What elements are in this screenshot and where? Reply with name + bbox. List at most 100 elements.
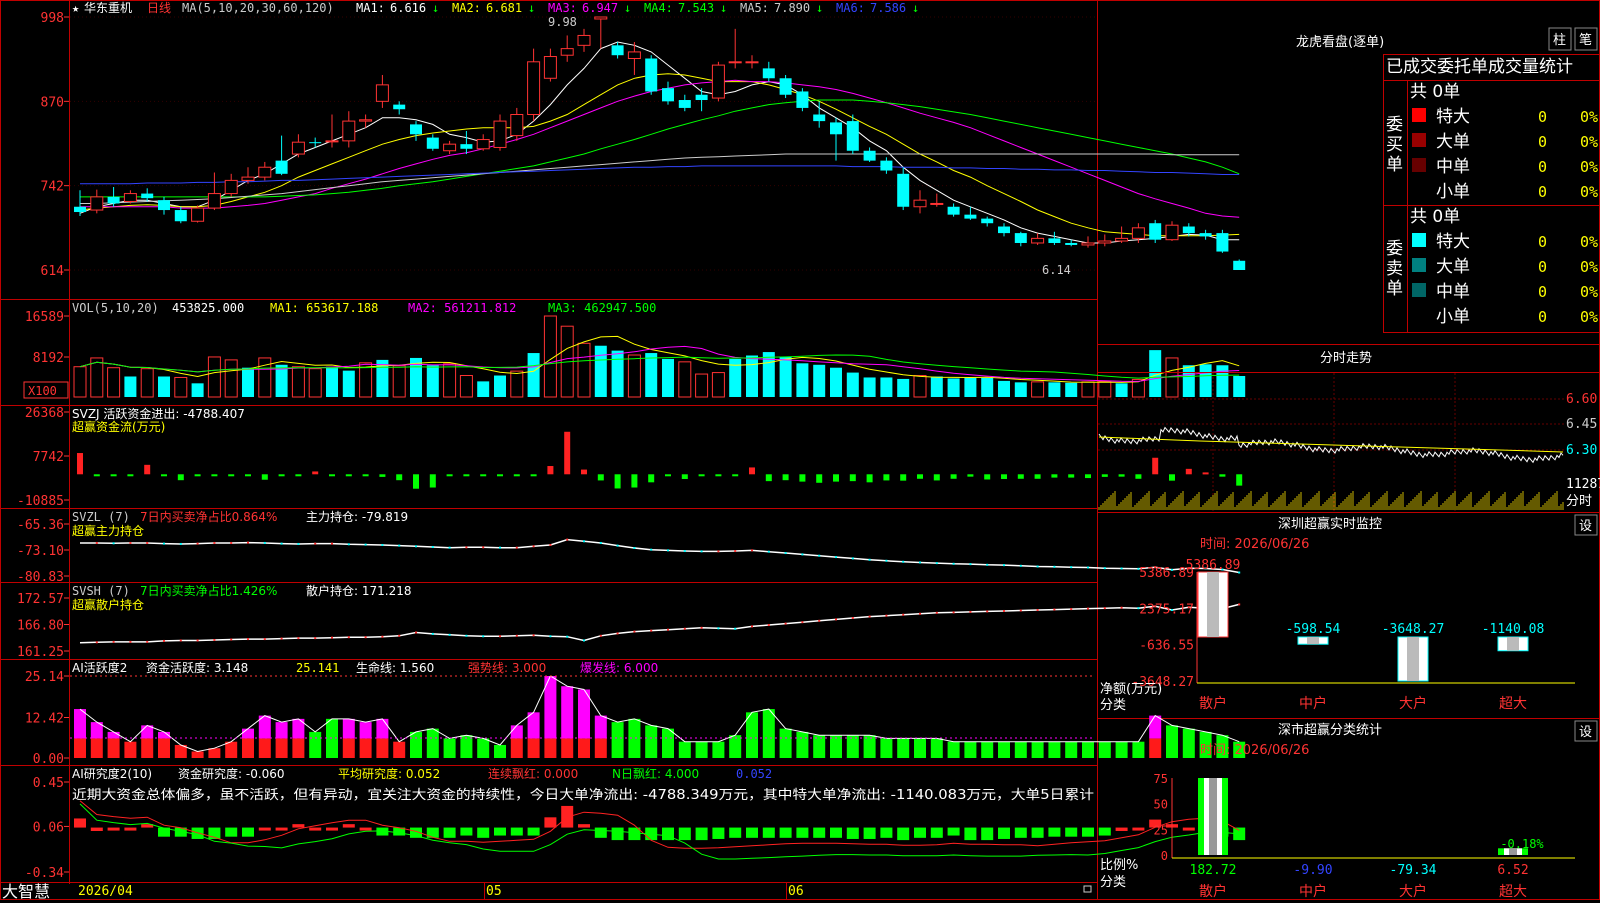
vol-bar [913, 375, 927, 398]
vol-bar [645, 353, 658, 397]
svzl-point [633, 547, 636, 549]
ai1-bar [830, 735, 842, 758]
svzl-point [331, 542, 333, 545]
right-panel: 龙虎看盘(逐单) 柱 笔 已成交委托单成交量统计 委买单 委卖单 共 0单 共 … [1097, 27, 1600, 900]
ma-header-label-3: MA3: [548, 1, 577, 15]
candle-body [207, 193, 221, 209]
ai1-bar [410, 731, 422, 758]
ma-lines [79, 41, 1240, 244]
price-panel: 998 870 742 614 9.98 6.14 [41, 11, 1246, 279]
vol-bar [695, 373, 709, 398]
vol-bar [140, 368, 154, 398]
svsh-point [868, 615, 871, 618]
subtitle: 已成交委托单成交量统计 [1386, 57, 1573, 77]
period-label[interactable]: 日线 [147, 1, 171, 15]
svzl-point [700, 550, 703, 553]
svzj-tick-1: 26368 [25, 406, 64, 421]
ai2-bar [1115, 827, 1128, 831]
ai2-red: 连续飘红: 0.000 [488, 766, 578, 781]
candle-body [711, 64, 725, 99]
svzl-point [499, 546, 501, 549]
ai1-bar [947, 741, 960, 758]
candles [74, 16, 1246, 270]
sell-rows: 特大 0 0% 大单 0 0% 中单 0 0% 小单 0 0% [1412, 232, 1598, 327]
ai1-bar [746, 712, 758, 758]
ai1-bar [846, 735, 859, 758]
vol-bars [73, 315, 1246, 398]
ai2-bar [746, 827, 758, 838]
candle-body [1149, 223, 1162, 240]
svg-text:委卖单: 委卖单 [1386, 239, 1403, 299]
ai2-bar [729, 827, 742, 838]
ai2-bar [662, 827, 674, 841]
vol-tick-2: 8192 [33, 351, 64, 366]
svzl-point [263, 541, 266, 544]
svzj-bar [413, 474, 419, 489]
ai1-bar-base [292, 738, 305, 758]
svzj-bar [429, 474, 436, 488]
ai1-tick-3: 0.00 [33, 752, 64, 767]
candle-body [930, 202, 944, 205]
ai2-bar [947, 827, 960, 836]
vol-bar [291, 366, 305, 398]
candle-body [493, 120, 507, 148]
class-bar-label: 6.52 [1497, 863, 1528, 878]
vol-bar [426, 365, 439, 397]
candle-body [275, 160, 288, 174]
intraday-title: 分时走势 [1320, 350, 1372, 366]
chart-canvas: 998 870 742 614 9.98 6.14 ★ 华东重机 日线 MA(5,10… [0, 0, 1600, 901]
vol-bar [510, 370, 524, 398]
ai2-bar [107, 827, 120, 831]
ai1-bar [1182, 728, 1195, 758]
svsh-point [1120, 606, 1123, 609]
svsh-point [700, 626, 703, 629]
ai1-bar-base [275, 738, 288, 758]
buy-row-swatch [1412, 133, 1426, 147]
svsh-point [902, 613, 905, 616]
monitor-cat-3: 大户 [1399, 695, 1427, 712]
ai2-bar [712, 827, 725, 839]
ma-header-arrow-4: ↓ [720, 1, 727, 15]
svsh-point [482, 635, 485, 638]
buy-row-percent: 0% [1580, 108, 1598, 126]
ai1-tick-2: 12.42 [25, 711, 64, 726]
candle-body [796, 91, 809, 108]
ai1-bar-base [544, 738, 557, 758]
ai1-bar [645, 725, 658, 758]
svzj-bar [194, 474, 201, 477]
vol-bar [477, 381, 490, 397]
ma-line-MA2 [79, 73, 1240, 237]
svsh-ratio: 7日内买卖净占比1.426% [140, 583, 277, 598]
svzj-bar [732, 474, 739, 477]
vol-bar [224, 359, 238, 398]
ai1-bar-base [359, 738, 372, 758]
vol-bar [242, 367, 254, 397]
class-bar-label: -9.90 [1293, 863, 1332, 878]
svsh-point [213, 638, 216, 641]
ai2-last: 0.052 [736, 767, 772, 781]
class-cat-4: 超大 [1499, 884, 1527, 900]
ai1-bar-base [561, 738, 574, 758]
svzl-tick-2: -73.10 [17, 544, 64, 559]
svsh-point [314, 637, 317, 640]
svzl-point [616, 544, 619, 547]
ai1-bar-base [225, 741, 238, 758]
vol-tick-1: 16589 [25, 310, 64, 325]
ai2-bar [124, 827, 137, 831]
stock-name[interactable]: 华东重机 [84, 1, 132, 15]
svsh-hold: 散户持仓: 171.218 [306, 583, 411, 598]
ai2-bar [1132, 827, 1145, 831]
vol-bar [1048, 382, 1061, 397]
intraday-tick-3: 6.30 [1566, 443, 1597, 458]
ai1-bar [443, 738, 456, 758]
svzj-bar [480, 474, 487, 477]
svzj-bar [581, 469, 587, 475]
svzj-bar [463, 474, 470, 477]
buy-row-count: 0 [1538, 133, 1547, 151]
vol-bar [124, 376, 137, 397]
monitor-bar-label: 5386.89 [1186, 558, 1241, 573]
sell-row-percent: 0% [1580, 258, 1598, 276]
ai1-bars [74, 675, 1246, 758]
svsh-point [364, 636, 367, 639]
svsh-point [297, 637, 300, 640]
